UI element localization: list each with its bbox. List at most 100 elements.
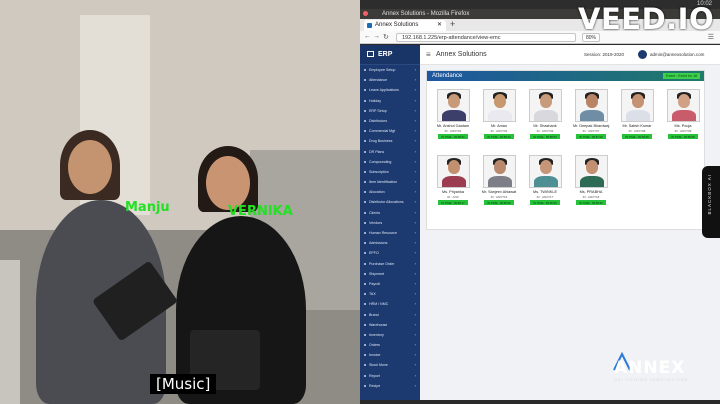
user-avatar[interactable] <box>638 50 647 59</box>
sidebar-item[interactable]: Payroll › <box>360 279 420 289</box>
employee-id: ID : ANXT08 <box>628 129 646 133</box>
blackbox-tab[interactable]: BLACKBOX AI <box>702 166 720 238</box>
employee-photo <box>436 155 470 188</box>
close-tab-icon[interactable]: ✕ <box>437 20 442 31</box>
close-window-icon[interactable] <box>363 11 368 16</box>
new-tab-icon[interactable]: + <box>450 19 455 29</box>
employee-id: ID : ANX <box>447 195 459 199</box>
chevron-right-icon: › <box>414 362 416 368</box>
chevron-right-icon: › <box>414 342 416 348</box>
sidebar-item[interactable]: HRM / NMC › <box>360 299 420 309</box>
employee-card[interactable]: Mr. Deepak Bhardwaj ID : ANXT07 IN TIME : … <box>573 89 609 139</box>
sidebar-item[interactable]: Holiday › <box>360 96 420 106</box>
sidebar-item[interactable]: Subscription › <box>360 167 420 177</box>
sidebar-list: Employee Setup › Attendance › Leave Applicat… <box>360 65 420 391</box>
sidebar-item[interactable]: TAX › <box>360 289 420 299</box>
sidebar-item[interactable]: Inventory › <box>360 330 420 340</box>
sidebar-item[interactable]: Warehouse › <box>360 320 420 330</box>
session-select[interactable]: Session: 2019-2020 <box>584 52 624 57</box>
sidebar-item[interactable]: Distributors › <box>360 116 420 126</box>
sidebar-item-label: Commercial Mgt <box>369 129 396 134</box>
sidebar-item[interactable]: Report › <box>360 371 420 381</box>
person-face-2 <box>206 156 250 210</box>
reload-icon[interactable]: ↻ <box>383 33 389 41</box>
sidebar-item[interactable]: Distributor Allocations › <box>360 197 420 207</box>
sidebar-item[interactable]: Shipment › <box>360 269 420 279</box>
employee-card[interactable]: Mr. Sanjeev Ahlawat ID : ANXT16 IN TIME : … <box>481 155 517 205</box>
sidebar-item[interactable]: Allocation › <box>360 187 420 197</box>
employee-card[interactable]: Ms. TWINKLE ID : ANXT17 IN TIME : 09:58:39 <box>527 155 563 205</box>
top-bar: ≡ Annex Solutions Session: 2019-2020 adm… <box>420 45 720 65</box>
employee-id: ID : ANXT07 <box>582 129 600 133</box>
sidebar-item[interactable]: ERP Setup › <box>360 106 420 116</box>
sidebar-item[interactable]: Clients › <box>360 208 420 218</box>
employee-name: Ms. Priyanka <box>442 190 464 194</box>
sidebar-item[interactable]: Stock Move › <box>360 360 420 370</box>
sidebar-item[interactable]: Employee Setup › <box>360 65 420 75</box>
back-icon[interactable]: ← <box>364 33 371 40</box>
employee-photo <box>620 89 654 122</box>
sidebar-brand[interactable]: ERP <box>360 45 420 65</box>
chevron-right-icon: › <box>414 352 416 358</box>
sidebar-item[interactable]: Drug Business › <box>360 136 420 146</box>
sidebar-item[interactable]: Commercial Mgt › <box>360 126 420 136</box>
sidebar-item[interactable]: EPFO › <box>360 248 420 258</box>
employee-name: Mr. Satish Kumar <box>622 124 652 128</box>
sidebar-item-label: Recipe <box>369 383 381 388</box>
employee-in-time-badge: IN TIME : 09:58:36 <box>484 200 514 205</box>
header-title: Annex Solutions <box>436 51 487 58</box>
annex-wordmark: ANNEX <box>614 358 686 378</box>
sidebar-item[interactable]: Invoice › <box>360 350 420 360</box>
chevron-right-icon: › <box>414 219 416 225</box>
sidebar-item-label: Subscription <box>369 169 389 174</box>
employee-id: ID : ANXT02 <box>490 129 508 133</box>
sidebar-item[interactable]: Item Identification › <box>360 177 420 187</box>
sidebar-item[interactable]: Brand › <box>360 310 420 320</box>
employee-name: Mr. Anshul Gautam <box>436 124 470 128</box>
sidebar-item-label: Attendance <box>369 78 388 83</box>
forward-icon[interactable]: → <box>373 33 380 40</box>
sidebar-item[interactable]: Vendors › <box>360 218 420 228</box>
sidebar-item[interactable]: Admissions › <box>360 238 420 248</box>
chevron-right-icon: › <box>414 311 416 317</box>
sidebar-item[interactable]: Human Resource › <box>360 228 420 238</box>
face-label-2: VERNIKA <box>228 204 293 219</box>
sidebar-item[interactable]: Orders › <box>360 340 420 350</box>
hamburger-icon[interactable]: ≡ <box>426 50 431 59</box>
sidebar-item[interactable]: DR Plans › <box>360 147 420 157</box>
chevron-right-icon: › <box>414 331 416 337</box>
camera-feed: Manju VERNIKA [Music] <box>0 0 362 404</box>
employee-card[interactable]: Mr. Aman ID : ANXT02 IN TIME : 09:58:22 <box>481 89 517 139</box>
browser-tab[interactable]: Annex Solutions ✕ <box>364 20 446 31</box>
sidebar-item[interactable]: Recipe › <box>360 381 420 391</box>
chevron-right-icon: › <box>414 199 416 205</box>
chevron-right-icon: › <box>414 97 416 103</box>
employee-in-time-badge: IN TIME : 09:58:09 <box>668 134 698 139</box>
sidebar-item[interactable]: Purchase Order › <box>360 259 420 269</box>
sidebar-item-label: Holiday <box>369 98 381 103</box>
url-bar[interactable]: 192.168.1.225/erp-attendance/view-emc <box>396 33 576 42</box>
sidebar-item[interactable]: Leave Applications › <box>360 85 420 95</box>
chevron-right-icon: › <box>414 179 416 185</box>
chevron-right-icon: › <box>414 128 416 134</box>
employee-card[interactable]: Ms. Pooja ID : ANXT09 IN TIME : 09:58:09 <box>665 89 701 139</box>
person-face-1 <box>68 140 112 194</box>
sidebar-item-label: Purchase Order <box>369 261 395 266</box>
employee-photo <box>528 155 562 188</box>
user-email[interactable]: admin@annexsolution.com <box>650 52 704 57</box>
employee-in-time-badge: IN TIME : 09:57:00 <box>576 134 606 139</box>
employee-card[interactable]: Ms. Priyanka ID : ANX IN TIME : 09:58:17 <box>435 155 471 205</box>
veed-watermark: VEED.IO <box>578 2 715 36</box>
sidebar-item[interactable]: Attendance › <box>360 75 420 85</box>
employee-card[interactable]: Mr. Satish Kumar ID : ANXT08 IN TIME : 09:… <box>619 89 655 139</box>
employee-card[interactable]: Ms. PRABHA ID : ANXT18 IN TIME : 09:58:45 <box>573 155 609 205</box>
employee-card[interactable]: Mr. Shashank ID : ANXT03 IN TIME : 09:58:5… <box>527 89 563 139</box>
cubicle-partition-left <box>0 260 20 404</box>
employee-in-time-badge: IN TIME : 09:58:17 <box>438 200 468 205</box>
desktop: 10:02 Annex Solutions - Mozilla Firefox … <box>360 0 720 404</box>
event-badge[interactable]: Event : Event for 18 <box>663 73 700 79</box>
sidebar-item-label: Warehouse <box>369 322 388 327</box>
sidebar-item[interactable]: Compounding › <box>360 157 420 167</box>
sidebar-item-label: Leave Applications <box>369 88 399 93</box>
employee-card[interactable]: Mr. Anshul Gautam ID : ANXT01 IN TIME : 09… <box>435 89 471 139</box>
